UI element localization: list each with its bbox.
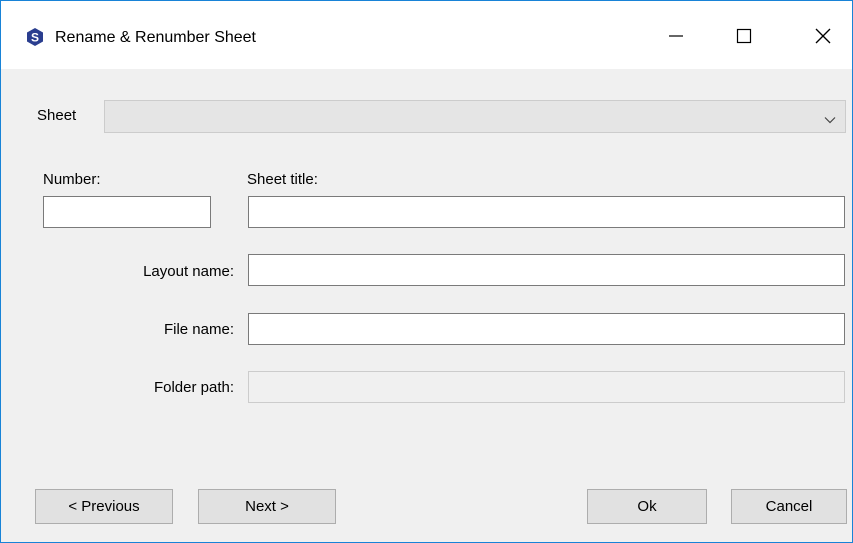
minimize-button[interactable] <box>653 19 699 57</box>
sheet-title-input[interactable] <box>248 196 845 228</box>
title-bar[interactable]: S Rename & Renumber Sheet <box>1 1 852 69</box>
sheet-label: Sheet <box>37 107 77 124</box>
chevron-down-icon <box>824 112 836 124</box>
close-icon <box>815 28 831 48</box>
folder-path-label: Folder path: <box>153 379 234 396</box>
dialog-window: S Rename & Renumber Sheet Sheet Number: <box>0 0 853 543</box>
maximize-icon <box>736 28 752 48</box>
window-title: Rename & Renumber Sheet <box>55 29 256 46</box>
cancel-button[interactable]: Cancel <box>731 489 847 524</box>
folder-path-input <box>248 371 845 403</box>
ok-button[interactable]: Ok <box>587 489 707 524</box>
maximize-button[interactable] <box>721 19 767 57</box>
number-input[interactable] <box>43 196 211 228</box>
close-button[interactable] <box>800 19 846 57</box>
sheet-title-label: Sheet title: <box>247 171 318 188</box>
number-label: Number: <box>43 171 101 188</box>
minimize-icon <box>668 28 684 48</box>
layout-name-input[interactable] <box>248 254 845 286</box>
file-name-input[interactable] <box>248 313 845 345</box>
svg-text:S: S <box>31 31 39 45</box>
next-button[interactable]: Next > <box>198 489 336 524</box>
layout-name-label: Layout name: <box>143 263 234 280</box>
sheet-dropdown[interactable] <box>104 100 846 133</box>
file-name-label: File name: <box>163 321 234 338</box>
previous-button[interactable]: < Previous <box>35 489 173 524</box>
app-logo-icon: S <box>26 28 44 46</box>
